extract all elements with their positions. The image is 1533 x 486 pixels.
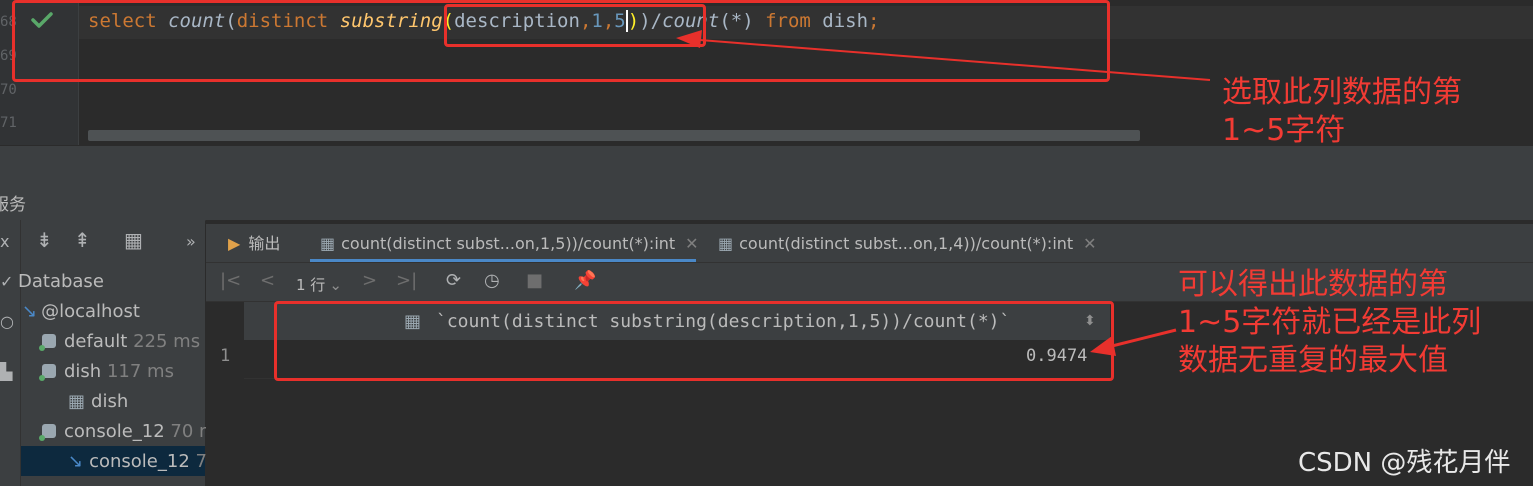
watermark: CSDN @残花月伴 — [1298, 448, 1511, 478]
annotation-top: 选取此列数据的第 1~5字符 — [1222, 75, 1462, 148]
annotation-arrows — [676, 30, 1211, 356]
annotation-bottom: 可以得出此数据的第 1~5字符就已经是此列 数据无重复的最大值 — [1178, 267, 1482, 378]
